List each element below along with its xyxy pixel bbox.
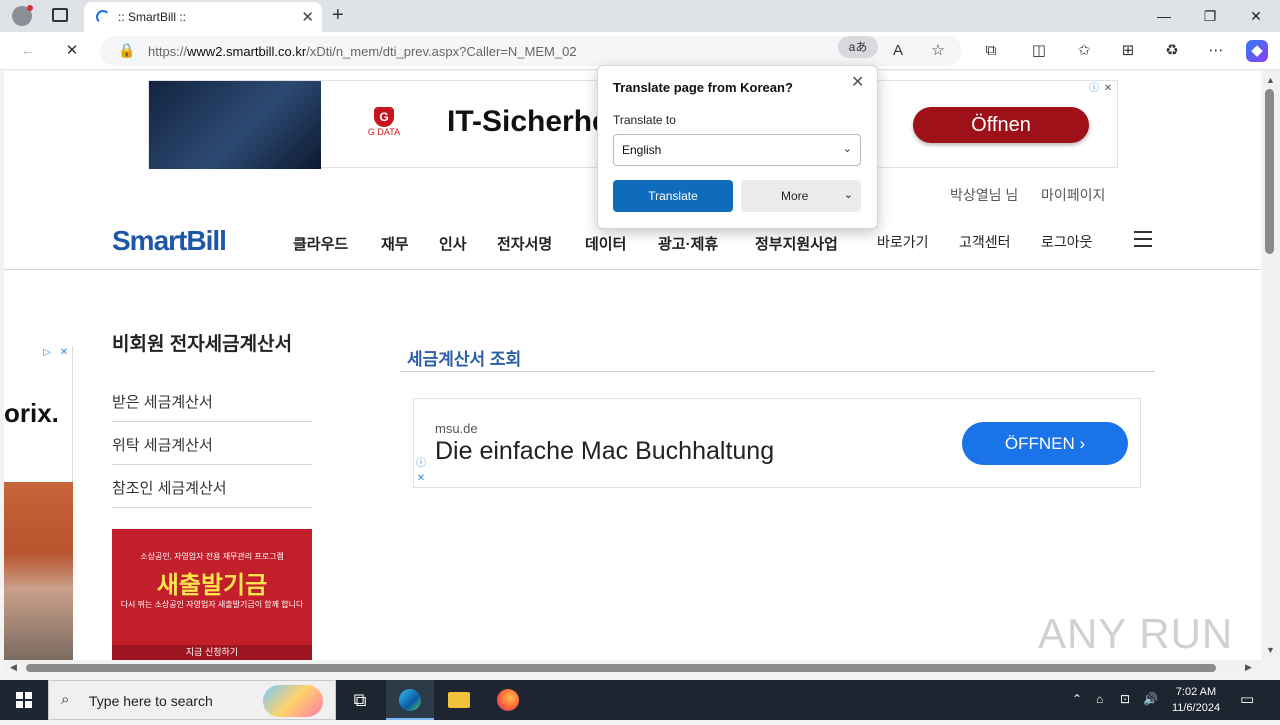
ad-info-icon[interactable]: ⓘ bbox=[1087, 82, 1101, 96]
more-button[interactable]: More ⌄ bbox=[741, 180, 861, 212]
translate-title: Translate page from Korean? bbox=[613, 80, 793, 95]
nav-ads[interactable]: 광고·제휴 bbox=[658, 233, 718, 254]
firefox-icon[interactable] bbox=[484, 680, 532, 720]
menu-icon[interactable] bbox=[1134, 231, 1152, 247]
gdata-logo: G G DATA bbox=[361, 107, 407, 143]
network-device-icon[interactable]: ⌂ bbox=[1096, 692, 1103, 706]
nav-hr[interactable]: 인사 bbox=[439, 233, 467, 254]
ad-headline: Die einfache Mac Buchhaltung bbox=[435, 437, 775, 465]
header-divider bbox=[4, 269, 1261, 270]
title-divider bbox=[400, 371, 1155, 372]
mypage-link[interactable]: 마이페이지 bbox=[1041, 185, 1105, 205]
volume-icon[interactable]: 🔊 bbox=[1143, 692, 1158, 706]
task-view-icon[interactable]: ⧉ bbox=[336, 680, 384, 720]
chevron-down-icon: ⌄ bbox=[843, 189, 853, 201]
restore-icon[interactable]: ❐ bbox=[1187, 4, 1233, 28]
nav-esign[interactable]: 전자서명 bbox=[497, 233, 552, 254]
smartbill-logo[interactable]: SmartBill bbox=[112, 225, 227, 257]
sidebar-title: 비회원 전자세금계산서 bbox=[112, 334, 293, 355]
read-aloud-icon[interactable]: A bbox=[887, 40, 909, 62]
translate-icon[interactable]: aあ bbox=[838, 36, 878, 58]
url-field[interactable]: 🔒 https://www2.smartbill.co.kr/xDti/n_me… bbox=[100, 36, 962, 66]
left-side-ad[interactable]: ▷ ✕ orix. bbox=[4, 346, 73, 660]
middle-banner-ad[interactable]: msu.de Die einfache Mac Buchhaltung ÖFFN… bbox=[413, 398, 1141, 488]
language-select[interactable]: English ⌄ bbox=[613, 134, 861, 166]
edge-taskbar-icon[interactable] bbox=[386, 680, 434, 720]
ad-play-icon[interactable]: ▷ bbox=[40, 346, 54, 360]
tab-bar: :: SmartBill :: ✕ + — ❐ ✕ bbox=[0, 0, 1280, 32]
nav-gov-support[interactable]: 정부지원사업 bbox=[755, 233, 838, 254]
new-tab-icon[interactable]: + bbox=[332, 4, 344, 27]
nav-finance[interactable]: 재무 bbox=[381, 233, 409, 254]
favorites-icon[interactable]: ✩ bbox=[1073, 40, 1095, 62]
nav-customer-center[interactable]: 고객센터 bbox=[959, 232, 1011, 252]
back-icon[interactable]: ← bbox=[17, 40, 39, 62]
stop-loading-icon[interactable]: ✕ bbox=[61, 40, 83, 62]
translate-popup: Translate page from Korean? ✕ Translate … bbox=[597, 65, 878, 229]
scroll-thumb[interactable] bbox=[1265, 89, 1274, 254]
translate-to-label: Translate to bbox=[613, 113, 676, 127]
anyrun-watermark: ANY RUN bbox=[1038, 610, 1234, 657]
sidebar-item-received[interactable]: 받은 세금계산서 bbox=[112, 379, 312, 422]
nav-data[interactable]: 데이터 bbox=[585, 233, 626, 254]
tab-smartbill[interactable]: :: SmartBill :: ✕ bbox=[84, 2, 322, 32]
extensions-icon[interactable]: ⧉ bbox=[980, 40, 1002, 62]
network-icon[interactable]: ⊡ bbox=[1120, 692, 1130, 706]
translate-button[interactable]: Translate bbox=[613, 180, 733, 212]
close-tab-icon[interactable]: ✕ bbox=[301, 8, 314, 26]
ad-domain: msu.de bbox=[435, 421, 478, 436]
favorite-star-icon[interactable]: ☆ bbox=[927, 40, 949, 62]
ad-info-icon[interactable]: ⓘ bbox=[414, 457, 428, 471]
loading-spinner-icon bbox=[96, 10, 110, 24]
taskbar-search-input[interactable]: ⌕ Type here to search bbox=[48, 680, 336, 720]
ad-headline: IT-Sicherhe bbox=[447, 105, 609, 138]
nav-shortcuts[interactable]: 바로가기 bbox=[877, 232, 929, 252]
copilot-icon[interactable]: ◆ bbox=[1246, 40, 1268, 62]
search-highlight-icon bbox=[263, 685, 323, 717]
file-explorer-icon[interactable] bbox=[435, 680, 483, 720]
clock[interactable]: 7:02 AM 11/6/2024 bbox=[1166, 684, 1226, 716]
lock-icon[interactable]: 🔒 bbox=[118, 42, 135, 59]
nav-logout[interactable]: 로그아웃 bbox=[1041, 232, 1093, 252]
left-ad-brand: orix. bbox=[4, 398, 59, 428]
close-icon[interactable]: ✕ bbox=[851, 72, 864, 92]
vertical-scrollbar[interactable]: ▲ ▼ bbox=[1261, 71, 1280, 660]
notification-dot-icon bbox=[27, 5, 33, 11]
user-name: 박상열님 님 bbox=[950, 187, 1019, 203]
horizontal-scrollbar[interactable]: ◀ ▶ bbox=[4, 660, 1261, 676]
performance-icon[interactable]: ♻ bbox=[1161, 40, 1183, 62]
ad-close-icon[interactable]: ✕ bbox=[1101, 82, 1115, 96]
windows-start-icon[interactable] bbox=[0, 680, 48, 720]
notifications-icon[interactable]: ▭ bbox=[1240, 690, 1254, 708]
left-ad-photo bbox=[4, 482, 73, 660]
search-icon: ⌕ bbox=[61, 691, 70, 708]
chevron-down-icon: ⌄ bbox=[842, 143, 852, 155]
side-banner-ad[interactable]: 소상공인, 자영업자 전용 재무관리 프로그램 새출발기금 다시 뛰는 소상공인… bbox=[112, 529, 312, 660]
sidebar-item-consigned[interactable]: 위탁 세금계산서 bbox=[112, 422, 312, 465]
split-screen-icon[interactable]: ◫ bbox=[1028, 40, 1050, 62]
tab-title: :: SmartBill :: bbox=[118, 10, 187, 24]
sidebar-item-reference[interactable]: 참조인 세금계산서 bbox=[112, 465, 312, 508]
nav-cloud[interactable]: 클라우드 bbox=[293, 233, 348, 254]
ad-close-icon[interactable]: ✕ bbox=[414, 472, 428, 486]
taskbar: ⌕ Type here to search ⧉ ⌃ ⌂ ⊡ 🔊 7:02 AM … bbox=[0, 680, 1280, 720]
scroll-thumb[interactable] bbox=[26, 664, 1216, 672]
close-window-icon[interactable]: ✕ bbox=[1233, 4, 1279, 28]
page-title: 세금계산서 조회 bbox=[407, 350, 522, 369]
side-banner-apply-button[interactable]: 지금 신청하기 bbox=[112, 645, 312, 660]
collections-icon[interactable]: ⊞ bbox=[1117, 40, 1139, 62]
tray-chevron-icon[interactable]: ⌃ bbox=[1072, 692, 1082, 706]
tab-actions-icon[interactable] bbox=[52, 8, 68, 22]
ad-open-button[interactable]: Öffnen bbox=[913, 107, 1089, 143]
minimize-icon[interactable]: — bbox=[1141, 4, 1187, 28]
ad-photo bbox=[149, 81, 321, 169]
settings-more-icon[interactable]: ⋯ bbox=[1205, 40, 1227, 62]
ad-open-button[interactable]: ÖFFNEN › bbox=[962, 422, 1128, 465]
ad-close-icon[interactable]: ✕ bbox=[57, 346, 71, 360]
